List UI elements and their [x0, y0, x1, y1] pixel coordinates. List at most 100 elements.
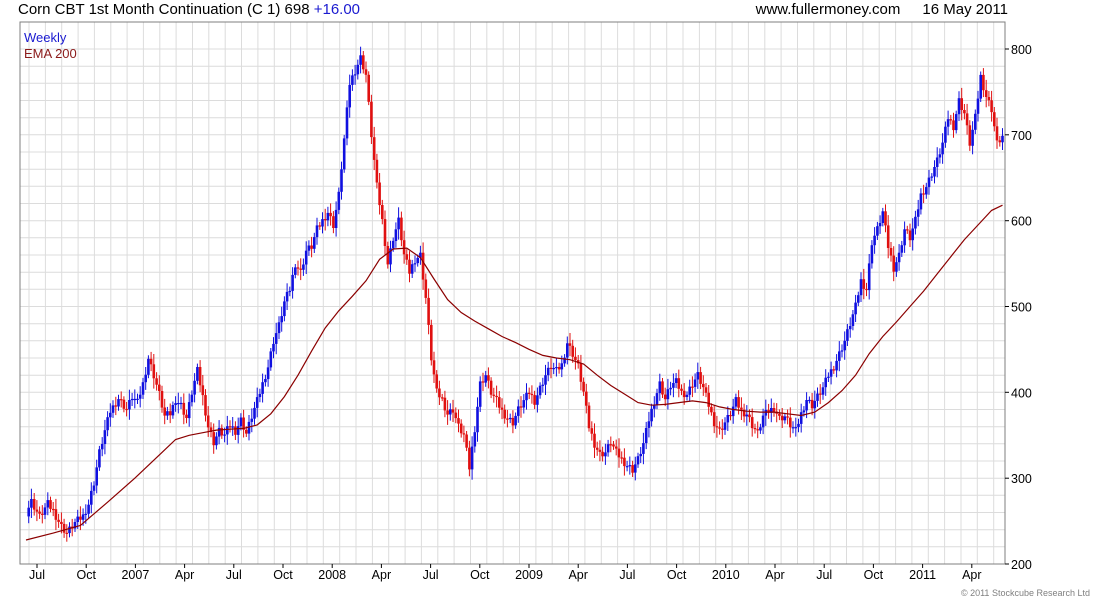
- candle-body-down: [424, 279, 428, 298]
- weekly-candle: [394, 222, 398, 248]
- weekly-candle: [465, 431, 468, 452]
- weekly-candle: [759, 423, 762, 434]
- candle-body-up: [816, 393, 819, 401]
- candle-body-up: [416, 257, 419, 264]
- weekly-candle: [212, 423, 215, 454]
- candle-body-up: [873, 235, 876, 246]
- candle-body-up: [979, 74, 982, 99]
- candle-body-up: [258, 393, 262, 398]
- candle-body-down: [617, 448, 621, 458]
- candle-body-down: [185, 414, 188, 418]
- weekly-candle: [702, 375, 705, 396]
- candle-body-up: [857, 295, 860, 303]
- candle-body-up: [851, 314, 855, 326]
- weekly-candle: [242, 409, 245, 438]
- candle-body-up: [217, 427, 221, 437]
- x-tick-label: Jul: [226, 568, 242, 582]
- weekly-candle: [168, 403, 172, 424]
- x-axis: Jul Oct 2007 Apr Jul Oct 2008 Apr Jul Oct 2009 Apr J…: [29, 564, 982, 582]
- candle-body-up: [92, 485, 96, 491]
- candle-body-up: [916, 209, 920, 217]
- candle-body-down: [459, 423, 463, 434]
- weekly-candle: [799, 403, 803, 433]
- candle-body-up: [895, 262, 898, 272]
- candle-body-down: [952, 120, 955, 131]
- candle-body-up: [68, 526, 71, 534]
- candle-body-down: [125, 408, 128, 411]
- candle-body-down: [430, 324, 433, 361]
- weekly-candle: [130, 392, 134, 406]
- candle-body-up: [974, 113, 977, 130]
- candle-body-up: [783, 416, 787, 421]
- candle-body-down: [462, 433, 466, 435]
- weekly-candle: [840, 344, 844, 358]
- candle-body-up: [514, 415, 517, 426]
- weekly-candle: [141, 377, 145, 399]
- weekly-candle: [103, 419, 107, 455]
- candle-body-down: [663, 394, 667, 400]
- candle-body-up: [147, 358, 150, 375]
- candle-body-up: [685, 394, 689, 397]
- candle-body-down: [908, 230, 912, 241]
- candle-body-up: [95, 467, 98, 486]
- candle-body-down: [595, 447, 599, 450]
- weekly-candle: [876, 221, 879, 240]
- candle-body-up: [144, 374, 147, 383]
- weekly-candle: [198, 360, 202, 393]
- candle-body-down: [778, 413, 781, 416]
- candle-body-up: [117, 399, 120, 407]
- candle-body-up: [647, 421, 651, 428]
- x-tick-label: Oct: [273, 568, 293, 582]
- candle-body-down: [609, 444, 613, 446]
- weekly-candle: [552, 362, 555, 375]
- candle-body-up: [413, 263, 417, 265]
- weekly-candle: [217, 420, 221, 445]
- candle-body-up: [881, 211, 885, 223]
- candle-body-up: [226, 426, 229, 435]
- weekly-candle: [307, 240, 311, 256]
- candle-body-down: [405, 254, 409, 260]
- candle-body-up: [566, 343, 569, 358]
- candle-body-up: [351, 75, 354, 85]
- candle-body-up: [848, 326, 852, 330]
- candle-body-down: [299, 268, 302, 270]
- candle-body-up: [348, 84, 351, 108]
- candle-body-up: [473, 432, 477, 447]
- candle-body-up: [808, 399, 811, 402]
- weekly-candle: [476, 397, 479, 442]
- weekly-candle: [778, 409, 781, 421]
- weekly-candle: [897, 244, 901, 271]
- y-tick-label: 500: [1011, 301, 1032, 315]
- x-tick-label: Apr: [175, 568, 194, 582]
- weekly-candle: [215, 432, 218, 450]
- candle-body-up: [81, 514, 85, 520]
- weekly-candle: [938, 148, 942, 164]
- candle-body-down: [435, 374, 438, 389]
- candle-body-up: [280, 316, 283, 323]
- candle-body-up: [478, 381, 482, 407]
- candle-body-down: [987, 97, 991, 101]
- weekly-candle: [424, 273, 428, 304]
- weekly-candle: [892, 246, 895, 282]
- candle-body-up: [166, 411, 169, 416]
- weekly-candle: [147, 355, 150, 379]
- candle-body-up: [253, 407, 256, 419]
- weekly-candle: [538, 382, 542, 399]
- weekly-candle: [269, 348, 273, 371]
- candle-body-up: [821, 387, 825, 395]
- weekly-candle: [974, 109, 977, 135]
- candle-body-up: [190, 394, 194, 403]
- candle-body-up: [604, 452, 607, 457]
- candle-body-up: [688, 386, 691, 395]
- candle-body-up: [264, 379, 267, 383]
- candle-body-down: [362, 55, 365, 70]
- candle-body-up: [761, 415, 765, 428]
- candle-body-down: [756, 429, 759, 431]
- weekly-candle: [628, 456, 632, 475]
- weekly-candle: [680, 384, 683, 396]
- candle-body-up: [723, 422, 727, 430]
- weekly-candle: [166, 406, 169, 420]
- candle-body-down: [198, 367, 202, 386]
- candle-body-down: [332, 216, 335, 228]
- candlestick-series: [27, 46, 1004, 542]
